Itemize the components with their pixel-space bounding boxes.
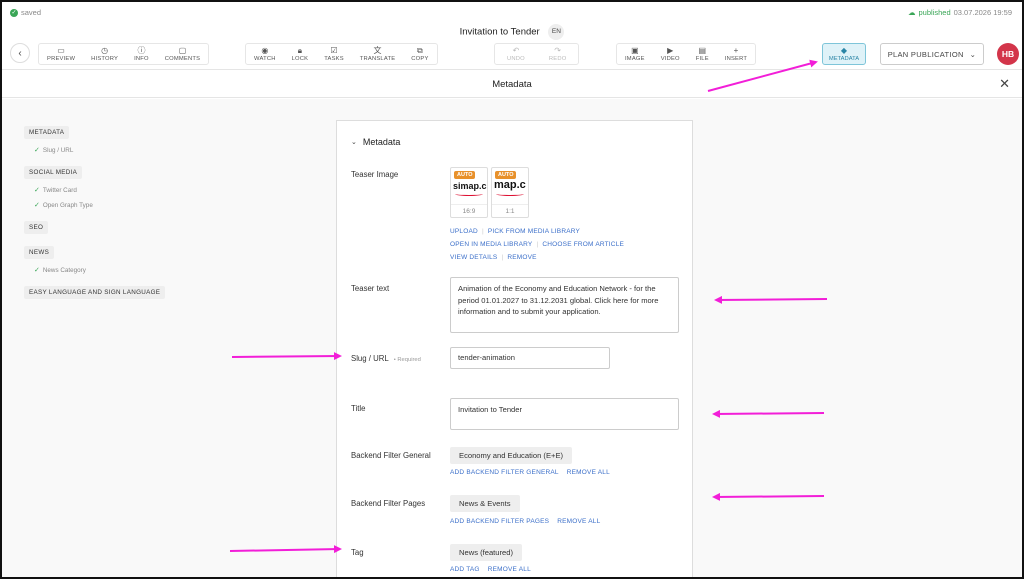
annotation-arrow [712, 409, 825, 418]
annotation-arrow [707, 59, 818, 92]
app-window: ✓ saved ☁ published 03.07.2026 19:59 Inv… [0, 0, 1024, 579]
annotation-arrow [231, 352, 342, 361]
annotation-arrow [714, 295, 828, 304]
annotation-arrow [229, 545, 342, 554]
annotation-arrow [712, 492, 825, 501]
annotation-overlay [229, 59, 828, 554]
